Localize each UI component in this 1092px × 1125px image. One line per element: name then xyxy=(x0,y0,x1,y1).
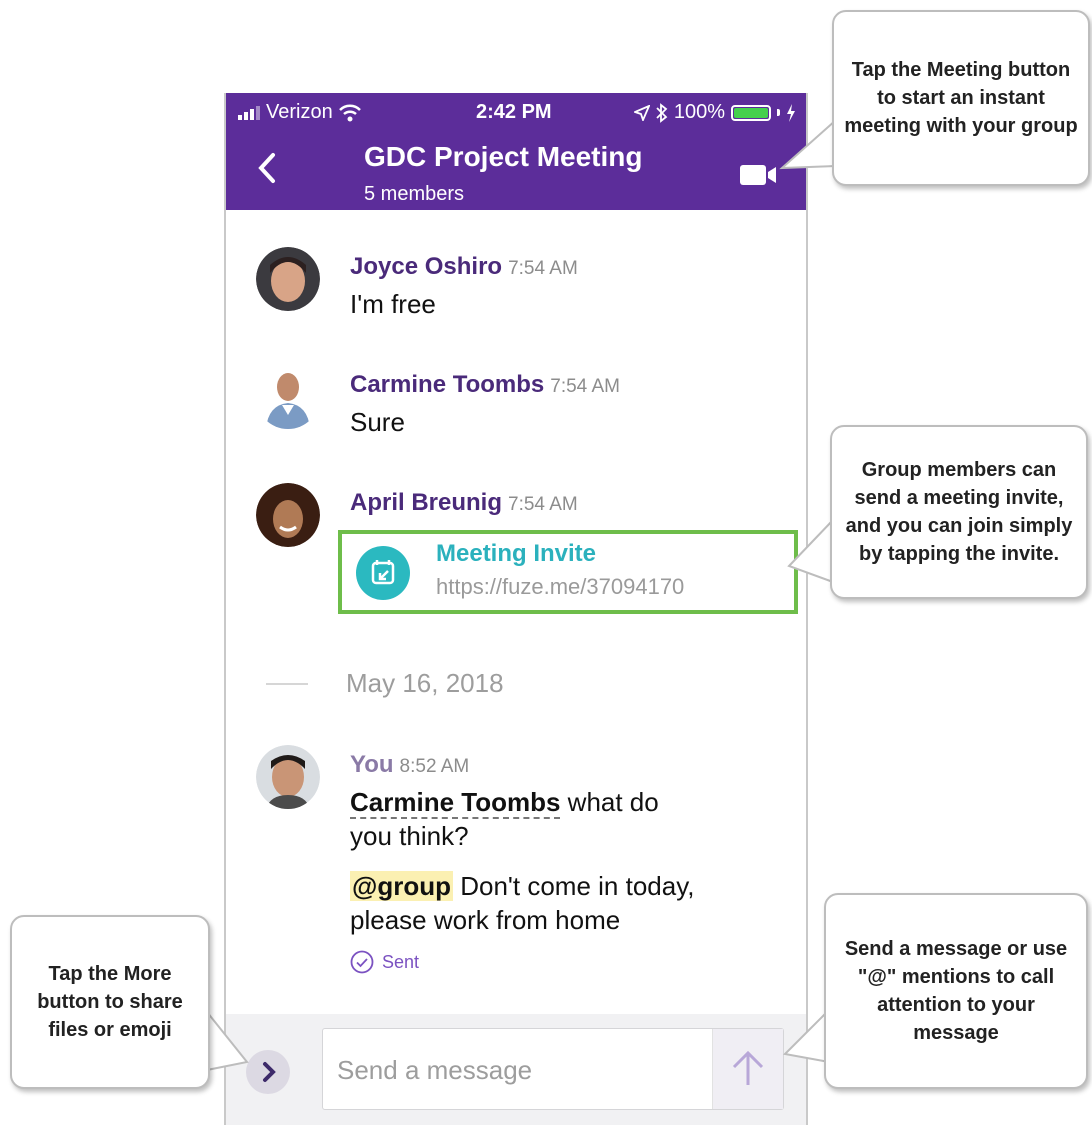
invite-url[interactable]: https://fuze.me/37094170 xyxy=(436,574,684,600)
user-mention[interactable]: Carmine Toombs xyxy=(350,787,561,819)
signal-icon xyxy=(238,105,260,120)
send-button[interactable] xyxy=(712,1029,783,1109)
sent-status: Sent xyxy=(350,950,419,974)
wifi-icon xyxy=(338,104,361,121)
sender-name: Joyce Oshiro 7:54 AM xyxy=(350,253,578,280)
sender-name: Carmine Toombs 7:54 AM xyxy=(350,371,620,398)
message-text: Carmine Toombs what do xyxy=(350,787,659,819)
member-count[interactable]: 5 members xyxy=(364,183,464,206)
message-composer: Send a message xyxy=(226,1014,806,1125)
back-button[interactable] xyxy=(256,151,278,191)
avatar xyxy=(256,483,320,547)
carrier-info: Verizon xyxy=(238,101,361,124)
phone-screen: Verizon 2:42 PM 100% GDC Project Meeting… xyxy=(224,93,808,1125)
arrow-up-icon xyxy=(732,1050,764,1085)
callout-pointer xyxy=(206,1011,249,1071)
message-placeholder: Send a message xyxy=(337,1055,533,1085)
chat-header: Verizon 2:42 PM 100% GDC Project Meeting… xyxy=(226,93,806,210)
message-text: Sure xyxy=(350,407,405,437)
callout-invite: Group members can send a meeting invite,… xyxy=(830,425,1088,599)
chevron-right-icon xyxy=(263,1062,276,1082)
battery-percent: 100% xyxy=(673,101,725,123)
avatar xyxy=(256,365,320,429)
meeting-invite-card[interactable]: Meeting Invite https://fuze.me/37094170 xyxy=(338,530,798,614)
chat-title: GDC Project Meeting xyxy=(364,141,643,172)
group-mention: @group xyxy=(350,871,453,901)
chevron-left-icon xyxy=(258,153,275,183)
meeting-button[interactable] xyxy=(738,163,782,187)
sender-name: April Breunig 7:54 AM xyxy=(350,489,578,516)
carrier-name: Verizon xyxy=(266,101,333,123)
message-time: 7:54 AM xyxy=(508,494,578,515)
avatar xyxy=(256,745,320,809)
date-divider: May 16, 2018 xyxy=(346,668,504,698)
message-text: @group Don't come in today, xyxy=(350,871,695,901)
status-bar: Verizon 2:42 PM 100% xyxy=(226,101,806,133)
battery-icon xyxy=(731,104,771,121)
status-time: 2:42 PM xyxy=(476,101,552,123)
date-divider-line xyxy=(266,683,308,685)
message-text: I'm free xyxy=(350,289,436,319)
callout-more: Tap the More button to share files or em… xyxy=(10,915,210,1089)
message-time: 7:54 AM xyxy=(508,258,578,279)
callout-meeting: Tap the Meeting button to start an insta… xyxy=(832,10,1090,186)
message-time: 8:52 AM xyxy=(399,756,470,777)
message-list: Joyce Oshiro 7:54 AM I'm free Carmine Too… xyxy=(226,210,806,1010)
message-time: 7:54 AM xyxy=(550,376,620,397)
status-right: 100% xyxy=(633,101,796,124)
message-text: please work from home xyxy=(350,905,621,935)
message-input[interactable]: Send a message xyxy=(322,1028,784,1110)
calendar-join-icon xyxy=(356,546,410,600)
message-text: you think? xyxy=(350,821,469,851)
callout-send: Send a message or use "@" mentions to ca… xyxy=(824,893,1088,1089)
more-button[interactable] xyxy=(246,1050,290,1094)
check-circle-icon xyxy=(350,950,374,974)
video-camera-icon xyxy=(740,165,776,185)
invite-title: Meeting Invite xyxy=(436,540,597,567)
location-arrow-icon xyxy=(633,104,650,121)
avatar xyxy=(256,247,320,311)
sender-name: You 8:52 AM xyxy=(350,751,470,778)
bluetooth-icon xyxy=(656,102,668,123)
